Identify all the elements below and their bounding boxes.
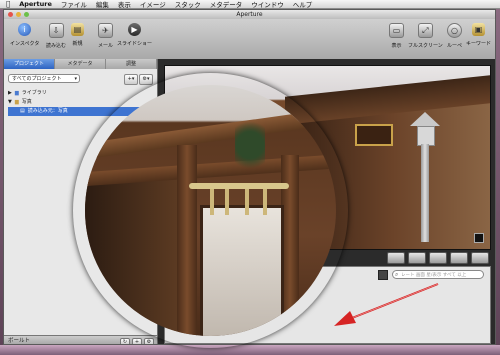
slideshow-label: スライドショー bbox=[117, 41, 153, 47]
mail-icon: ✈ bbox=[98, 23, 113, 38]
vault-label: ボールト bbox=[8, 338, 31, 344]
import-icon: ⇩ bbox=[48, 23, 64, 38]
viewer-mode-button-3[interactable] bbox=[429, 252, 447, 264]
project-selector[interactable]: すべてのプロジェクト bbox=[8, 74, 80, 84]
tree-item-label: ライブラリ bbox=[21, 90, 47, 96]
window-title: Aperture bbox=[236, 11, 263, 18]
tab-metadata[interactable]: メタデータ bbox=[55, 59, 106, 69]
window-titlebar: Aperture bbox=[4, 10, 495, 19]
import-label: 読み込む bbox=[46, 43, 67, 49]
keyword-label: キーワード bbox=[466, 41, 492, 47]
viewer-mode-button-1[interactable] bbox=[387, 252, 405, 264]
browser-view-icon[interactable] bbox=[378, 270, 388, 280]
inspector-label: インスペクタ bbox=[10, 41, 40, 47]
close-window-button[interactable] bbox=[8, 12, 13, 17]
mail-button[interactable]: ✈ メール bbox=[98, 23, 113, 49]
viewer-mode-button-4[interactable] bbox=[450, 252, 468, 264]
fullscreen-icon: ⤢ bbox=[417, 23, 433, 38]
menu-item-file[interactable]: ファイル bbox=[61, 0, 87, 9]
menu-item-image[interactable]: イメージ bbox=[140, 0, 166, 9]
project-actions-button[interactable]: ⚙▾ bbox=[139, 74, 153, 85]
loupe-label: ルーペ bbox=[447, 43, 463, 49]
keyword-icon: ▣ bbox=[472, 23, 485, 36]
info-icon: i bbox=[18, 23, 32, 36]
view-icon: ▭ bbox=[389, 23, 404, 38]
new-button[interactable]: ▤ 新規 bbox=[71, 23, 84, 47]
new-label: 新規 bbox=[72, 41, 83, 47]
window-controls bbox=[8, 12, 29, 17]
add-project-button[interactable]: +▾ bbox=[124, 74, 138, 85]
photo-badge-icon bbox=[474, 233, 484, 243]
loupe-zoom-value: 100 bbox=[303, 321, 313, 327]
desktop-background-right bbox=[496, 9, 500, 355]
fullscreen-button[interactable]: ⤢ フルスクリーン bbox=[408, 23, 443, 49]
vault-update-button[interactable]: ↻ bbox=[120, 338, 130, 344]
viewer-mode-button-5[interactable] bbox=[471, 252, 489, 264]
fullscreen-label: フルスクリーン bbox=[408, 43, 443, 49]
minimize-window-button[interactable] bbox=[16, 12, 21, 17]
view-label: 表示 bbox=[391, 43, 402, 49]
toolbar: i インスペクタ ⇩ 読み込む ▤ 新規 ✈ メール ▶ スライドショー ▭ 表… bbox=[4, 19, 495, 60]
zoom-window-button[interactable] bbox=[24, 12, 29, 17]
menu-item-edit[interactable]: 編集 bbox=[96, 0, 109, 9]
tab-projects[interactable]: プロジェクト bbox=[4, 59, 55, 69]
sidebar-tabs: プロジェクト メタデータ 調整 bbox=[4, 59, 157, 69]
disclosure-triangle-open-icon[interactable]: ▼ bbox=[8, 98, 12, 107]
tree-item-label: 写真 bbox=[21, 99, 32, 105]
dock bbox=[0, 345, 500, 355]
vault-actions-button[interactable]: ⚙ bbox=[144, 338, 154, 344]
folder-icon: ▆ bbox=[14, 90, 19, 96]
menu-item-view[interactable]: 表示 bbox=[118, 0, 131, 9]
inspector-button[interactable]: i インスペクタ bbox=[10, 23, 39, 47]
apple-menu-icon[interactable]:  bbox=[6, 0, 10, 8]
keyword-button[interactable]: ▣ キーワード bbox=[466, 23, 491, 47]
menu-item-window[interactable]: ウインドウ bbox=[251, 0, 284, 9]
menu-bar:  Aperture ファイル 編集 表示 イメージ スタック メタデータ ウイ… bbox=[0, 0, 500, 9]
menu-item-help[interactable]: ヘルプ bbox=[293, 0, 313, 9]
view-button[interactable]: ▭ 表示 bbox=[389, 23, 404, 49]
loupe-lens bbox=[85, 85, 336, 336]
play-icon: ▶ bbox=[128, 23, 141, 36]
loupe-zoom-menu[interactable]: 100 ▾ bbox=[303, 321, 317, 327]
import-button[interactable]: ⇩ 読み込む bbox=[46, 23, 66, 49]
stone-lantern bbox=[410, 102, 440, 242]
vault-add-button[interactable]: + bbox=[132, 338, 142, 344]
shrine-signboard bbox=[355, 124, 393, 146]
project-icon: ▆ bbox=[14, 99, 19, 105]
new-folder-icon: ▤ bbox=[71, 23, 84, 36]
loupe-button[interactable]: ○ ルーペ bbox=[447, 23, 462, 49]
loupe-magnifier[interactable]: 100 ▾ bbox=[73, 73, 348, 348]
menu-item-stack[interactable]: スタック bbox=[175, 0, 201, 9]
viewer-mode-button-2[interactable] bbox=[408, 252, 426, 264]
album-icon: ▤ bbox=[20, 108, 25, 114]
mail-label: メール bbox=[98, 43, 114, 49]
loupe-icon: ○ bbox=[447, 23, 462, 38]
menu-item-metadata[interactable]: メタデータ bbox=[210, 0, 243, 9]
disclosure-triangle-icon[interactable]: ▶ bbox=[8, 89, 12, 98]
filter-search-field[interactable]: レート 画面 星/表示 すべて 以上 bbox=[392, 270, 484, 279]
tab-adjustments[interactable]: 調整 bbox=[106, 59, 157, 69]
slideshow-button[interactable]: ▶ スライドショー bbox=[117, 23, 152, 47]
vault-footer: ボールト ↻ + ⚙ bbox=[4, 335, 157, 344]
menu-item-aperture[interactable]: Aperture bbox=[19, 0, 52, 8]
tree-item-label: 読み込み元：写真 bbox=[27, 108, 68, 114]
